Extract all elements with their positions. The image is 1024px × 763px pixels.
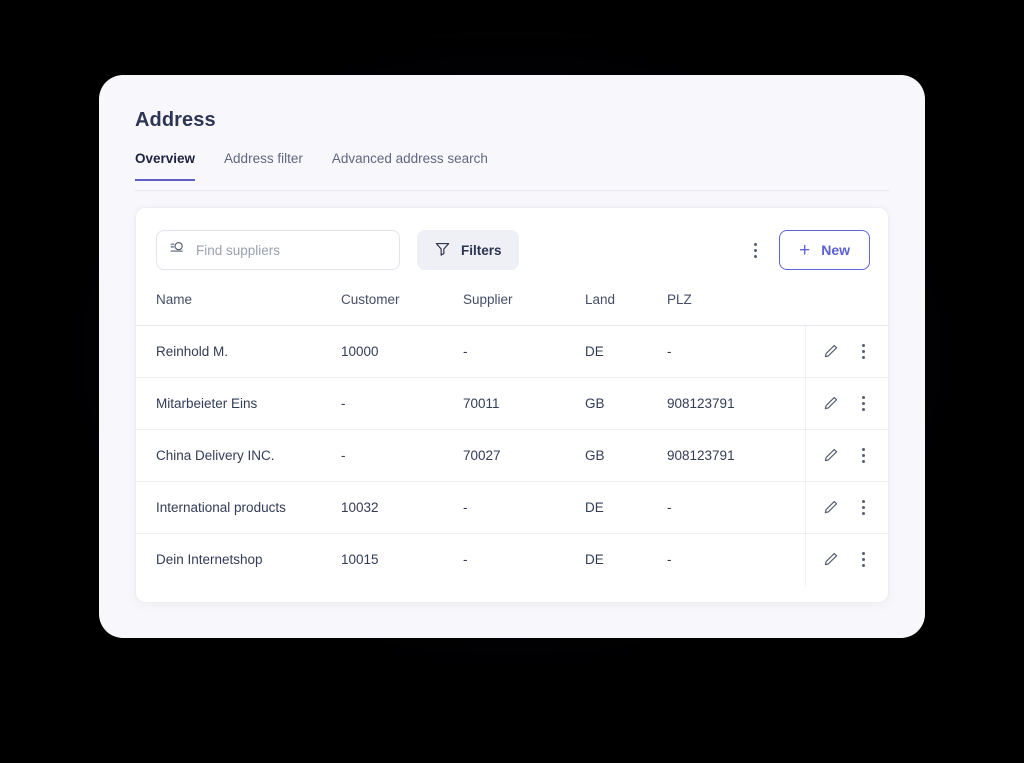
cell-customer: 10032 xyxy=(341,481,463,534)
cell-land: GB xyxy=(585,377,667,430)
toolbar-more-vertical-icon[interactable] xyxy=(745,237,765,263)
cell-name: International products xyxy=(136,481,341,534)
cell-supplier: 70027 xyxy=(463,429,585,482)
row-more-vertical-icon[interactable] xyxy=(853,339,873,365)
column-header-name[interactable]: Name xyxy=(136,292,341,326)
pencil-icon[interactable] xyxy=(822,447,839,464)
pencil-icon[interactable] xyxy=(822,499,839,516)
app-card: Address Overview Address filter Advanced… xyxy=(99,75,925,638)
cell-land: DE xyxy=(585,325,667,378)
cell-supplier: 70011 xyxy=(463,377,585,430)
cell-supplier: - xyxy=(463,552,468,568)
column-header-actions xyxy=(805,292,888,326)
cell-actions xyxy=(804,481,888,534)
cell-customer: 10015 xyxy=(341,552,379,568)
search-placeholder: Find suppliers xyxy=(196,242,281,258)
cell-actions xyxy=(804,325,888,378)
column-header-plz[interactable]: PLZ xyxy=(667,292,805,326)
pencil-icon[interactable] xyxy=(822,395,839,412)
cell-name: Mitarbeieter Eins xyxy=(136,377,341,430)
table-row[interactable]: Mitarbeieter Eins - 70011 GB 908123791 xyxy=(136,377,888,430)
cell-actions xyxy=(804,377,888,430)
cell-actions xyxy=(804,429,888,482)
cell-customer: - xyxy=(341,377,463,430)
tab-overview[interactable]: Overview xyxy=(135,151,196,181)
cell-actions xyxy=(804,533,888,586)
tab-address-filter[interactable]: Address filter xyxy=(224,151,303,181)
row-more-vertical-icon[interactable] xyxy=(853,443,873,469)
list-toolbar: Find suppliers Filters + New xyxy=(136,208,888,292)
search-input[interactable]: Find suppliers xyxy=(156,230,400,270)
pencil-icon[interactable] xyxy=(822,343,839,360)
cell-name: Dein Internetshop xyxy=(156,552,263,568)
address-list-panel: Find suppliers Filters + New Name Custom… xyxy=(135,207,889,603)
cell-plz: 908123791 xyxy=(667,429,805,482)
table-header-row: Name Customer Supplier Land PLZ xyxy=(136,292,888,326)
cell-plz: - xyxy=(667,552,672,568)
row-more-vertical-icon[interactable] xyxy=(853,495,873,521)
table-row[interactable]: China Delivery INC. - 70027 GB 908123791 xyxy=(136,429,888,482)
table-header: Name Customer Supplier Land PLZ xyxy=(136,292,888,326)
new-button[interactable]: + New xyxy=(779,230,870,270)
table-row[interactable]: Reinhold M. 10000 - DE - xyxy=(136,325,888,378)
cell-supplier: - xyxy=(463,325,585,378)
cell-supplier: - xyxy=(463,481,585,534)
cell-name: Reinhold M. xyxy=(136,325,341,378)
plus-icon: + xyxy=(799,239,811,261)
filters-button[interactable]: Filters xyxy=(417,230,519,270)
table-row[interactable]: Dein Internetshop 10015 - DE - xyxy=(136,533,888,586)
column-header-supplier[interactable]: Supplier xyxy=(463,292,585,326)
row-more-vertical-icon[interactable] xyxy=(853,391,873,417)
column-header-customer[interactable]: Customer xyxy=(341,292,463,326)
cell-plz: - xyxy=(667,325,805,378)
pencil-icon[interactable] xyxy=(822,551,839,568)
new-button-label: New xyxy=(821,242,850,258)
row-more-vertical-icon[interactable] xyxy=(853,547,873,573)
cell-plz: 908123791 xyxy=(667,377,805,430)
cell-customer: - xyxy=(341,429,463,482)
cell-customer: 10000 xyxy=(341,325,463,378)
cell-plz: - xyxy=(667,481,805,534)
cell-land: GB xyxy=(585,429,667,482)
cell-land: DE xyxy=(585,481,667,534)
page-title: Address xyxy=(135,109,216,131)
table-body: Reinhold M. 10000 - DE - Mitarbeieter Ei… xyxy=(136,325,888,586)
tab-bar: Overview Address filter Advanced address… xyxy=(135,151,889,191)
table-row[interactable]: International products 10032 - DE - xyxy=(136,481,888,534)
cell-name: China Delivery INC. xyxy=(136,429,341,482)
column-header-land[interactable]: Land xyxy=(585,292,667,326)
cell-land: DE xyxy=(585,552,604,568)
tab-advanced-address-search[interactable]: Advanced address search xyxy=(332,151,488,181)
search-filter-icon xyxy=(169,239,186,261)
filters-button-label: Filters xyxy=(461,242,502,258)
address-table: Name Customer Supplier Land PLZ Reinhold… xyxy=(136,292,888,586)
funnel-icon xyxy=(434,240,451,260)
